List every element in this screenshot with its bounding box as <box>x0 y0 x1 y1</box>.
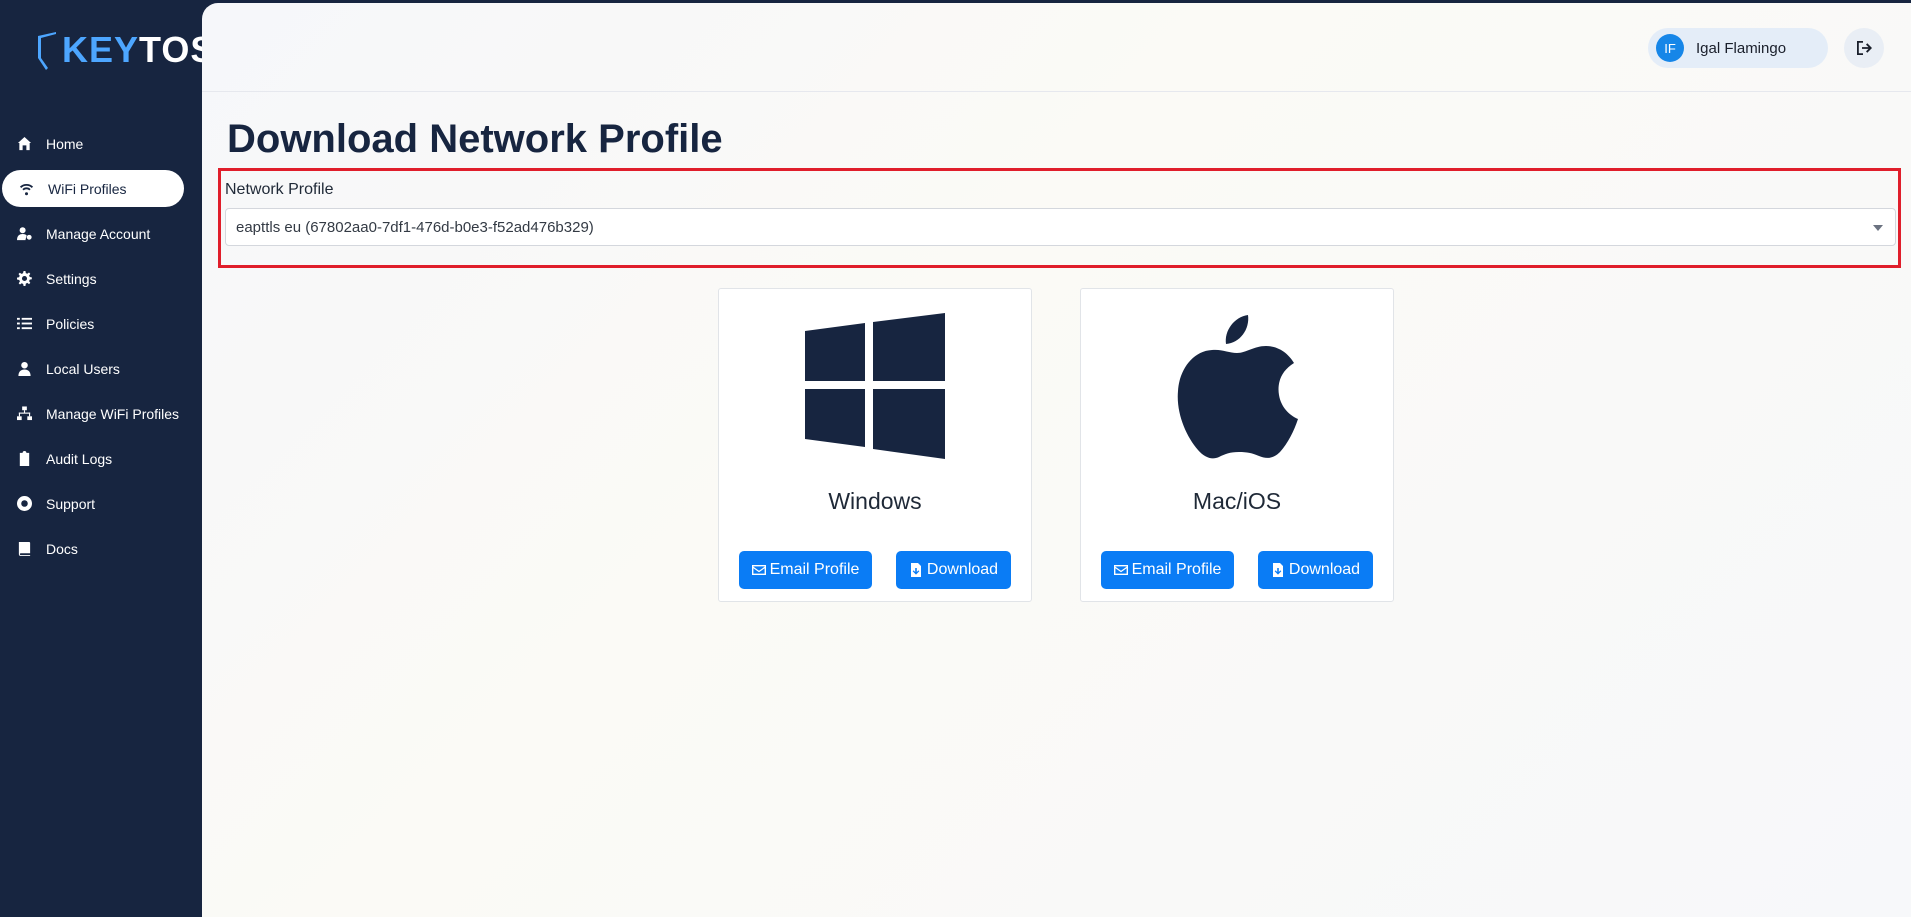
windows-download-button[interactable]: Download <box>896 551 1011 589</box>
sidebar-item-label: Manage Account <box>46 225 151 242</box>
sidebar-item-audit-logs[interactable]: Audit Logs <box>0 436 202 481</box>
email-profile-label: Email Profile <box>769 561 860 578</box>
logout-icon <box>1857 41 1872 55</box>
email-profile-label: Email Profile <box>1131 561 1222 578</box>
apple-icon <box>1164 313 1310 459</box>
windows-icon <box>802 313 948 459</box>
file-download-icon <box>910 563 921 577</box>
user-gear-icon <box>16 226 32 242</box>
windows-card: Windows Email Profile Download <box>718 288 1032 602</box>
sidebar-item-manage-account[interactable]: Manage Account <box>0 211 202 256</box>
envelope-icon <box>751 565 766 575</box>
top-bar: IF Igal Flamingo <box>202 3 1911 92</box>
sidebar-item-policies[interactable]: Policies <box>0 301 202 346</box>
chevron-down-icon <box>1873 225 1883 231</box>
sidebar-item-local-users[interactable]: Local Users <box>0 346 202 391</box>
logout-button[interactable] <box>1844 28 1884 68</box>
sidebar: KEYTOS Home WiFi Profiles Manage Account… <box>0 0 214 917</box>
network-profile-selected-value: eapttls eu (67802aa0-7df1-476d-b0e3-f52a… <box>236 218 594 236</box>
sidebar-item-label: Manage WiFi Profiles <box>46 405 180 422</box>
clipboard-icon <box>16 451 32 467</box>
user-name: Igal Flamingo <box>1696 39 1787 57</box>
mac-email-profile-button[interactable]: Email Profile <box>1101 551 1234 589</box>
sidebar-item-label: Settings <box>46 270 97 287</box>
lifebuoy-icon <box>16 496 32 512</box>
sidebar-item-label: Policies <box>46 315 95 332</box>
os-name: Windows <box>828 488 922 514</box>
sidebar-item-label: Docs <box>46 540 78 557</box>
envelope-icon <box>1113 565 1128 575</box>
sidebar-item-docs[interactable]: Docs <box>0 526 202 571</box>
sidebar-item-label: Audit Logs <box>46 450 113 467</box>
wifi-icon <box>18 181 34 197</box>
mac-download-button[interactable]: Download <box>1258 551 1373 589</box>
main-panel: IF Igal Flamingo Download Network Profil… <box>202 3 1911 917</box>
shield-logo-icon <box>38 32 56 70</box>
download-label: Download <box>1288 561 1361 578</box>
sidebar-item-support[interactable]: Support <box>0 481 202 526</box>
logo-text: KEYTOS <box>62 29 216 70</box>
list-check-icon <box>16 316 32 332</box>
sidebar-item-home[interactable]: Home <box>0 121 202 166</box>
sidebar-item-manage-wifi-profiles[interactable]: Manage WiFi Profiles <box>0 391 202 436</box>
network-profile-select[interactable]: eapttls eu (67802aa0-7df1-476d-b0e3-f52a… <box>225 208 1896 246</box>
network-icon <box>16 406 32 422</box>
os-name: Mac/iOS <box>1192 488 1282 514</box>
keytos-logo[interactable]: KEYTOS <box>36 24 215 76</box>
windows-email-profile-button[interactable]: Email Profile <box>739 551 872 589</box>
user-icon <box>16 361 32 377</box>
network-profile-label: Network Profile <box>225 181 334 198</box>
sidebar-nav: Home WiFi Profiles Manage Account Settin… <box>0 121 202 571</box>
page-title: Download Network Profile <box>227 117 723 161</box>
sidebar-item-label: Home <box>46 135 84 152</box>
sidebar-item-label: Local Users <box>46 360 120 377</box>
mac-ios-card: Mac/iOS Email Profile Download <box>1080 288 1394 602</box>
avatar: IF <box>1656 34 1684 62</box>
sidebar-item-label: Support <box>46 495 96 512</box>
sidebar-item-settings[interactable]: Settings <box>0 256 202 301</box>
download-label: Download <box>926 561 999 578</box>
file-download-icon <box>1272 563 1283 577</box>
network-profile-section: Network Profile eapttls eu (67802aa0-7df… <box>218 168 1901 268</box>
user-menu[interactable]: IF Igal Flamingo <box>1648 28 1828 68</box>
home-icon <box>16 136 32 152</box>
sidebar-item-label: WiFi Profiles <box>48 180 127 197</box>
book-icon <box>16 541 32 557</box>
sidebar-item-wifi-profiles[interactable]: WiFi Profiles <box>2 170 184 207</box>
gear-icon <box>16 271 32 287</box>
